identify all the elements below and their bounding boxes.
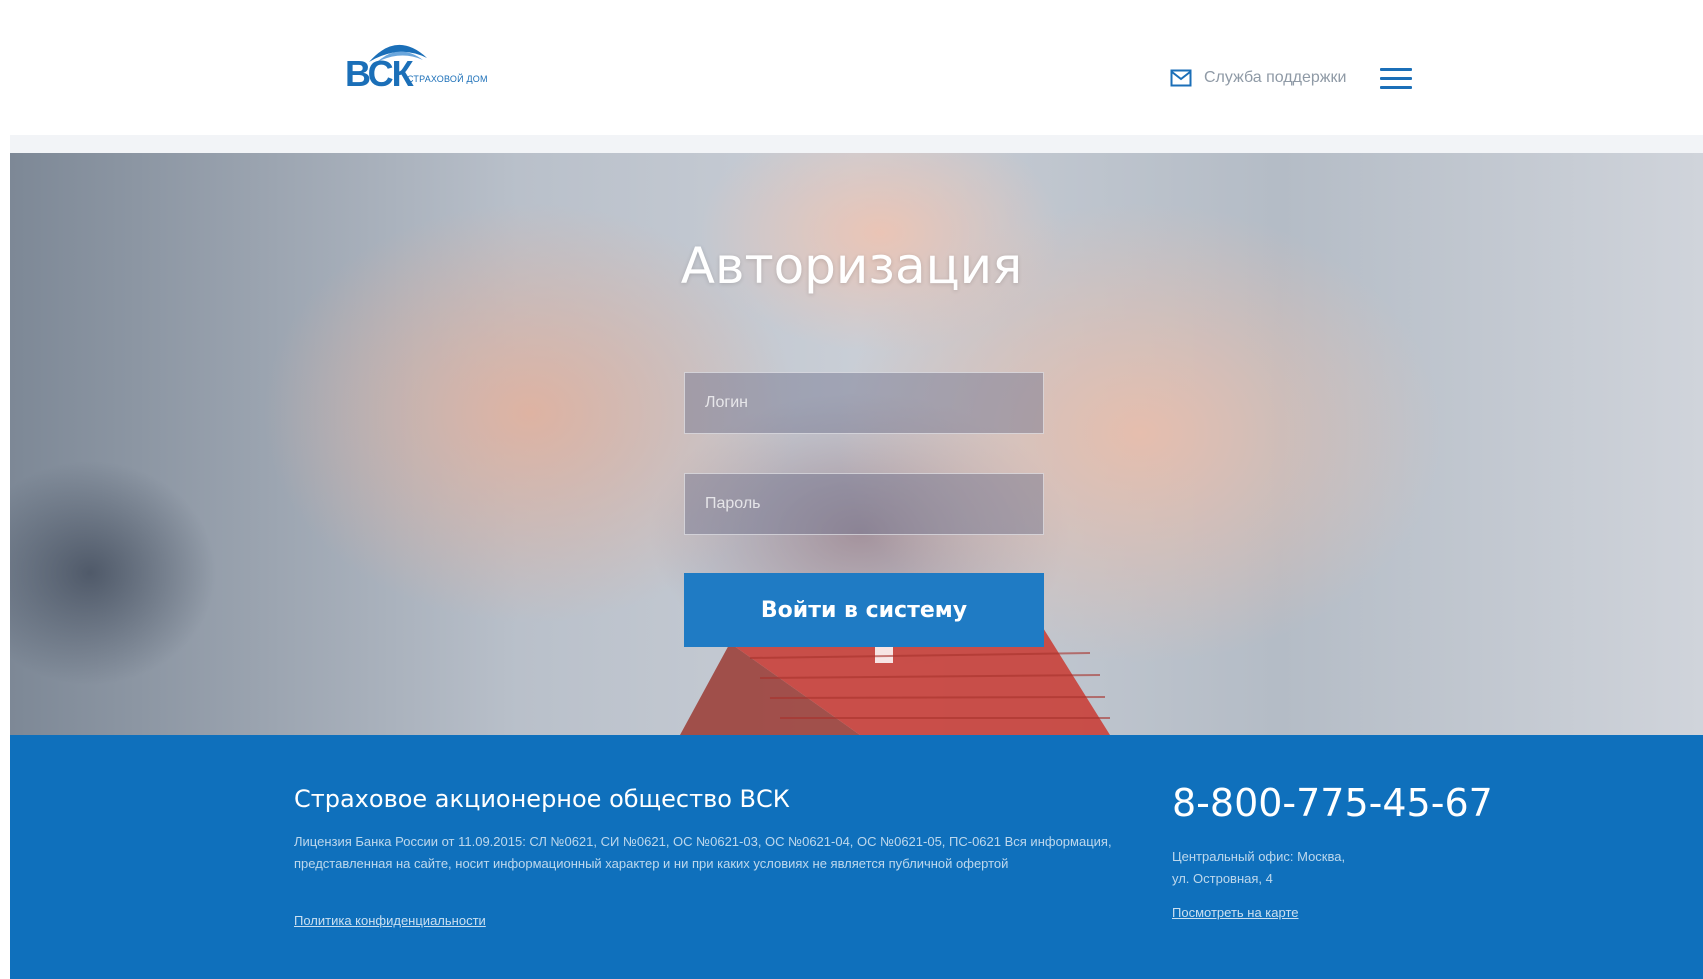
hero-section: Авторизация Войти в систему — [10, 153, 1703, 735]
header-divider-band — [10, 135, 1703, 153]
vsk-logo[interactable]: ВСК страховой дом — [345, 36, 515, 92]
logo-subtitle: страховой дом — [407, 74, 488, 84]
phone-number[interactable]: 8-800-775-45-67 — [1172, 781, 1493, 825]
login-submit-button[interactable]: Войти в систему — [684, 573, 1044, 647]
support-label: Служба поддержки — [1204, 69, 1347, 86]
privacy-policy-link[interactable]: Политика конфиденциальности — [294, 913, 486, 928]
hamburger-menu-button[interactable] — [1378, 64, 1414, 92]
hamburger-icon-line — [1380, 86, 1412, 89]
hamburger-icon-line — [1380, 68, 1412, 71]
hamburger-icon-line — [1380, 77, 1412, 80]
password-input[interactable] — [684, 473, 1044, 535]
support-link[interactable]: Служба поддержки — [1170, 66, 1346, 90]
site-header: ВСК страховой дом Служба поддержки — [0, 0, 1703, 135]
office-label: Центральный офис: Москва, — [1172, 849, 1346, 864]
company-name: Страховое акционерное общество ВСК — [294, 785, 790, 813]
office-address: ул. Островная, 4 — [1172, 871, 1273, 886]
envelope-icon — [1170, 69, 1192, 87]
site-footer: Страховое акционерное общество ВСК Лицен… — [10, 735, 1703, 979]
view-on-map-link[interactable]: Посмотреть на карте — [1172, 905, 1298, 920]
logo-mark: ВСК — [345, 53, 414, 94]
page-title: Авторизация — [680, 237, 1023, 295]
login-input[interactable] — [684, 372, 1044, 434]
login-page: ВСК страховой дом Служба поддержки — [0, 0, 1703, 979]
license-text: Лицензия Банка России от 11.09.2015: СЛ … — [294, 834, 1112, 871]
